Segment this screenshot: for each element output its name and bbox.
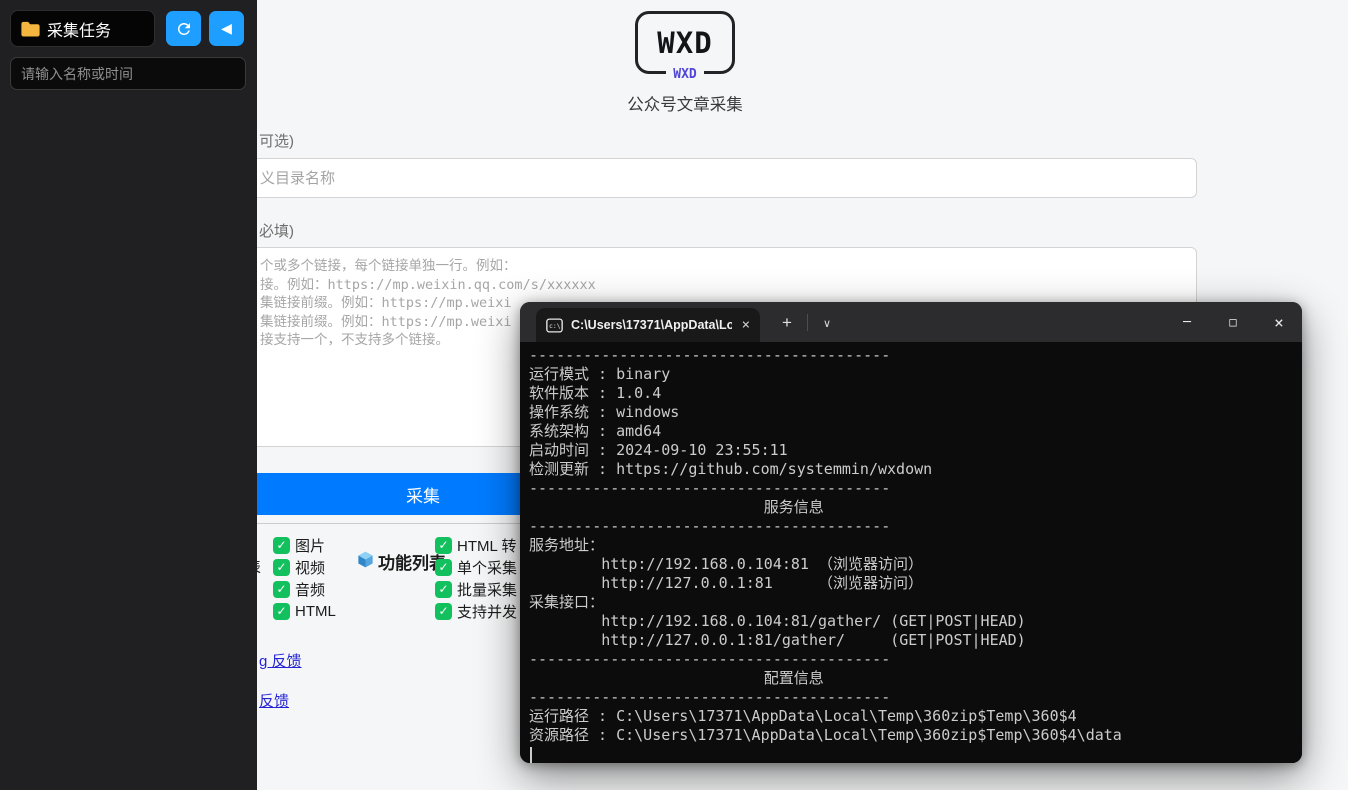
refresh-icon — [175, 20, 193, 38]
feature-checkbox-item[interactable]: ✓ 视频 — [273, 559, 336, 576]
checkbox-checked-icon[interactable]: ✓ — [273, 603, 290, 620]
terminal-tab[interactable]: c:\ C:\Users\17371\AppData\Loca × — [536, 308, 760, 342]
feature-checkbox-item[interactable]: ✓ 支持并发 — [435, 603, 517, 620]
checkbox-checked-icon[interactable]: ✓ — [273, 537, 290, 554]
feature-list-left: ✓ 图片 ✓ 视频 ✓ 音频 ✓ HTML — [273, 537, 336, 620]
check-icon: ✓ — [276, 581, 286, 598]
feature-label: 视频 — [295, 557, 325, 578]
dir-name-label: 可选) — [259, 130, 294, 151]
terminal-window: c:\ C:\Users\17371\AppData\Loca × + ∨ ─ … — [520, 302, 1302, 763]
feature-label: 批量采集 — [457, 579, 517, 600]
terminal-body[interactable]: ----------------------------------------… — [520, 342, 1302, 763]
minimize-button[interactable]: ─ — [1164, 302, 1210, 342]
checkbox-checked-icon[interactable]: ✓ — [435, 581, 452, 598]
sidebar: 采集任务 ◀ — [0, 0, 257, 790]
terminal-cursor — [530, 747, 532, 763]
cube-icon — [356, 550, 375, 569]
app: WXD WXD 公众号文章采集 可选) 必填) 个或多个链接，每个链接单独一行。… — [0, 0, 1348, 790]
app-subtitle: 公众号文章采集 — [585, 91, 785, 115]
feedback-link-2[interactable]: 反馈 — [259, 690, 289, 711]
feature-label: 图片 — [295, 535, 325, 556]
feature-checkbox-item[interactable]: ✓ 图片 — [273, 537, 336, 554]
tab-bar-divider — [807, 314, 808, 331]
feature-checkbox-item[interactable]: ✓ HTML 转 — [435, 537, 517, 554]
feature-label: 单个采集 — [457, 557, 517, 578]
close-button[interactable]: × — [1256, 302, 1302, 342]
feature-label: 音频 — [295, 579, 325, 600]
checkbox-checked-icon[interactable]: ✓ — [435, 603, 452, 620]
folder-icon — [21, 21, 40, 37]
checkbox-checked-icon[interactable]: ✓ — [435, 537, 452, 554]
feature-checkbox-item[interactable]: ✓ 单个采集 — [435, 559, 517, 576]
tab-close-icon[interactable]: × — [740, 318, 752, 332]
checkbox-checked-icon[interactable]: ✓ — [435, 559, 452, 576]
terminal-output: ----------------------------------------… — [529, 346, 1302, 745]
feature-label: HTML 转 — [457, 535, 516, 556]
feedback-link-1[interactable]: g 反馈 — [259, 650, 302, 671]
checkbox-checked-icon[interactable]: ✓ — [273, 581, 290, 598]
feature-label: HTML — [295, 603, 336, 620]
tab-dropdown-button[interactable]: ∨ — [812, 312, 842, 334]
feature-list-right: ✓ HTML 转 ✓ 单个采集 ✓ 批量采集 ✓ 支持并发 — [435, 537, 517, 620]
check-icon: ✓ — [276, 603, 286, 620]
feature-label: 支持并发 — [457, 601, 517, 622]
feature-checkbox-item[interactable]: ✓ 批量采集 — [435, 581, 517, 598]
checkbox-checked-icon[interactable]: ✓ — [273, 559, 290, 576]
search-input[interactable] — [10, 57, 246, 90]
clipped-text-fragment: 表 — [257, 556, 261, 577]
logo-text: WXD — [657, 26, 712, 60]
feature-checkbox-item[interactable]: ✓ 音频 — [273, 581, 336, 598]
window-controls: ─ □ × — [1164, 302, 1302, 342]
new-tab-button[interactable]: + — [772, 310, 802, 336]
task-folder-box[interactable]: 采集任务 — [10, 10, 155, 47]
check-icon: ✓ — [276, 537, 286, 554]
check-icon: ✓ — [438, 559, 448, 576]
feature-checkbox-item[interactable]: ✓ HTML — [273, 603, 336, 620]
check-icon: ✓ — [438, 537, 448, 554]
refresh-button[interactable] — [166, 11, 201, 46]
task-folder-label: 采集任务 — [47, 17, 111, 41]
url-label: 必填) — [259, 220, 294, 241]
terminal-tab-title: C:\Users\17371\AppData\Loca — [571, 318, 732, 332]
check-icon: ✓ — [438, 603, 448, 620]
collapse-button[interactable]: ◀ — [209, 11, 244, 46]
svg-text:c:\: c:\ — [549, 322, 561, 330]
check-icon: ✓ — [438, 581, 448, 598]
triangle-left-icon: ◀ — [221, 21, 232, 37]
maximize-button[interactable]: □ — [1210, 302, 1256, 342]
cmd-icon: c:\ — [546, 318, 563, 333]
terminal-titlebar[interactable]: c:\ C:\Users\17371\AppData\Loca × + ∨ ─ … — [520, 302, 1302, 342]
dir-name-input[interactable] — [257, 158, 1197, 198]
logo-badge: WXD — [635, 65, 735, 83]
check-icon: ✓ — [276, 559, 286, 576]
